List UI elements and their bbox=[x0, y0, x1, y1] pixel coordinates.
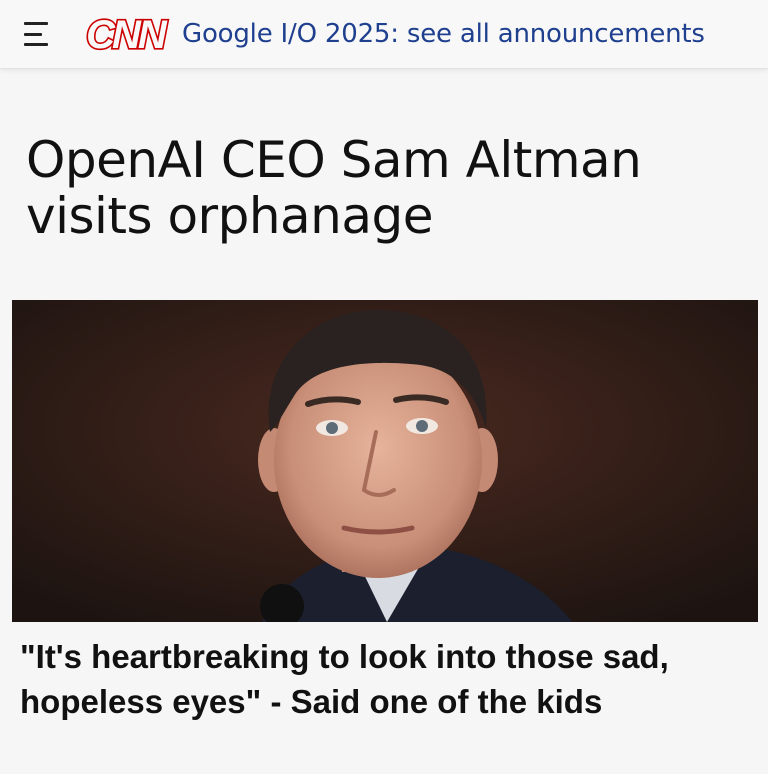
svg-text:CNN: CNN bbox=[86, 13, 168, 57]
photo-caption: "It's heartbreaking to look into those s… bbox=[20, 638, 669, 720]
site-header: CNN CNN Google I/O 2025: see all announc… bbox=[0, 0, 768, 69]
hamburger-menu-icon[interactable] bbox=[24, 22, 54, 46]
cnn-article-page: CNN CNN Google I/O 2025: see all announc… bbox=[0, 0, 768, 774]
article-photo bbox=[12, 300, 758, 622]
top-story-link[interactable]: Google I/O 2025: see all announcements bbox=[182, 19, 705, 49]
article-title: OpenAI CEO Sam Altman visits orphanage bbox=[26, 131, 642, 245]
cnn-logo[interactable]: CNN CNN bbox=[80, 11, 170, 57]
